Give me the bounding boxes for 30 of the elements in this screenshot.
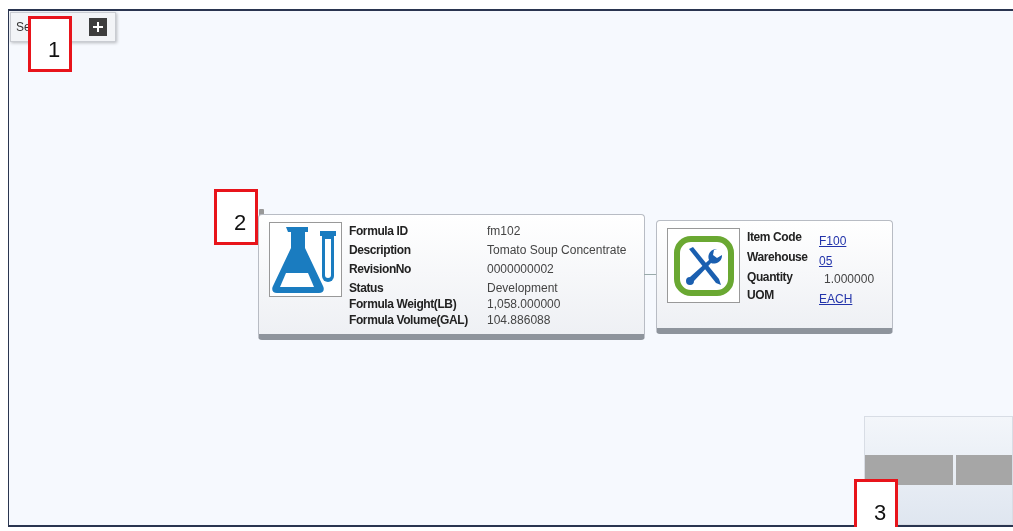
field-label: UOM [747, 288, 775, 304]
panel-bar [955, 455, 1012, 485]
flask-icon [269, 222, 342, 297]
callout-number: 2 [214, 189, 258, 245]
field-value: 104.886088 [487, 313, 552, 328]
field-value: Tomato Soup Concentrate [487, 243, 627, 258]
field-label: Status [349, 281, 385, 296]
field-label: Formula Weight(LB) [349, 297, 458, 312]
field-value: fm102 [487, 224, 522, 239]
item-node[interactable]: Item Code F100 Warehouse 05 Quantity 1.000000 UOM EACH [656, 220, 893, 334]
field-label: Quantity [747, 270, 794, 286]
field-label: Formula Volume(GAL) [349, 313, 469, 328]
callout-number: 1 [28, 16, 72, 72]
field-label: Description [349, 243, 412, 258]
field-label: RevisionNo [349, 262, 412, 277]
add-button[interactable] [89, 18, 107, 36]
field-value: 1,058.000000 [487, 297, 562, 312]
field-label: Formula ID [349, 224, 409, 239]
formula-node[interactable]: Formula ID fm102 Description Tomato Soup Concentrate RevisionNo 0000000002 Status Development Formula Weight(LB) 1,058.000000 Formula Volume(GAL) 104.886088 [258, 214, 645, 340]
field-value: Development [487, 281, 559, 296]
tools-icon [667, 228, 740, 303]
field-link[interactable]: EACH [819, 292, 875, 307]
plus-icon [93, 22, 103, 32]
field-link[interactable]: 05 [819, 254, 875, 269]
field-label: Warehouse [747, 250, 809, 266]
callout-number: 3 [854, 479, 898, 527]
field-value: 0000000002 [487, 262, 555, 277]
field-link[interactable]: F100 [819, 234, 875, 249]
field-value: 1.000000 [823, 272, 875, 287]
field-label: Item Code [747, 230, 803, 246]
